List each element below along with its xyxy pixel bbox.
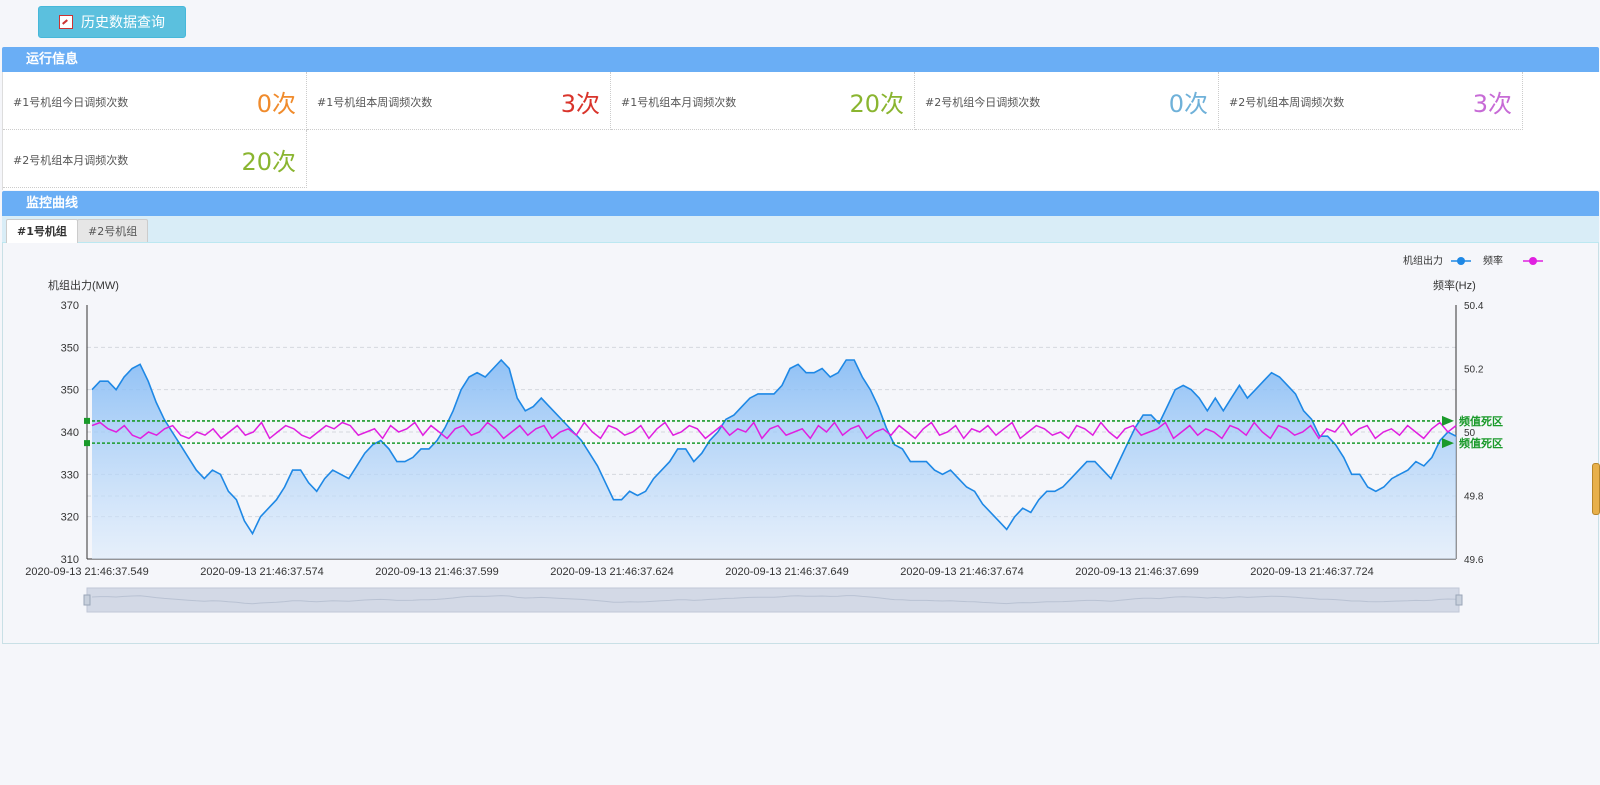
- tab-unit-2[interactable]: #2号机组: [77, 219, 149, 242]
- stat-value: 3次: [1472, 90, 1512, 118]
- zoom-slider: [86, 587, 1460, 613]
- deadband-label: 频值死区: [1459, 414, 1503, 428]
- x-tick-label: 2020-09-13 21:46:37.699: [1075, 566, 1199, 578]
- chart-panel: 370 350 350 340 330 320 310 50.4 50.2 50 49.8 49.6 机…: [2, 243, 1599, 644]
- y-tick-label-left: 320: [61, 512, 79, 524]
- history-query-label: 历史数据查询: [81, 15, 165, 31]
- tab-unit-1[interactable]: #1号机组: [6, 219, 78, 243]
- run-info-title: 运行信息: [26, 52, 79, 67]
- stat-label: #2号机组今日调频次数: [925, 96, 1041, 109]
- monitor-title: 监控曲线: [26, 196, 79, 211]
- deadband-arrow: [1442, 415, 1454, 426]
- stat-cell: #1号机组本周调频次数 3次: [307, 72, 611, 130]
- x-tick-label: 2020-09-13 21:46:37.549: [25, 566, 149, 578]
- stat-label: #2号机组本月调频次数: [13, 154, 129, 167]
- y-tick-label-left: 330: [61, 469, 79, 481]
- legend-marker: [1457, 257, 1465, 265]
- deadband-start-marker: [84, 417, 90, 424]
- y-tick-label-right: 50.2: [1464, 365, 1484, 376]
- stat-cell: #2号机组今日调频次数 0次: [915, 72, 1219, 130]
- chart-icon: [59, 15, 73, 29]
- page-scrollbar-thumb[interactable]: [1592, 463, 1600, 515]
- y-tick-label-left: 350: [61, 342, 79, 354]
- legend-label: 机组出力: [1403, 254, 1443, 267]
- y-tick-label-right: 49.8: [1464, 492, 1484, 503]
- stat-value: 3次: [560, 90, 600, 118]
- deadband-start-marker: [84, 440, 90, 447]
- y-tick-label-left: 310: [61, 554, 79, 566]
- stat-cell: #2号机组本月调频次数 20次: [3, 130, 307, 188]
- y-axis-title-left: 机组出力(MW): [48, 278, 119, 292]
- run-info-header: 运行信息: [2, 47, 1599, 72]
- x-tick-label: 2020-09-13 21:46:37.674: [900, 566, 1024, 578]
- x-tick-label: 2020-09-13 21:46:37.624: [550, 566, 674, 578]
- zoom-handle[interactable]: [83, 594, 91, 606]
- deadband-label: 频值死区: [1459, 436, 1503, 450]
- history-query-button[interactable]: 历史数据查询: [38, 6, 186, 38]
- stat-label: #1号机组本周调频次数: [317, 96, 433, 109]
- stat-label: #2号机组本周调频次数: [1229, 96, 1345, 109]
- stat-value: 20次: [849, 90, 904, 118]
- stat-cell: #1号机组本月调频次数 20次: [611, 72, 915, 130]
- y-axis-title-right: 频率(Hz): [1433, 278, 1476, 292]
- stat-value: 0次: [1168, 90, 1208, 118]
- unit-tabs: #1号机组 #2号机组: [2, 216, 1599, 243]
- stat-label: #1号机组本月调频次数: [621, 96, 737, 109]
- stat-cell: #2号机组本周调频次数 3次: [1219, 72, 1523, 130]
- y-tick-label-left: 350: [61, 385, 79, 397]
- stat-label: #1号机组今日调频次数: [13, 96, 129, 109]
- x-tick-label: 2020-09-13 21:46:37.649: [725, 566, 849, 578]
- y-tick-label-left: 370: [61, 300, 79, 312]
- x-tick-label: 2020-09-13 21:46:37.724: [1250, 566, 1374, 578]
- stat-value: 20次: [241, 148, 296, 176]
- stat-cell: #1号机组今日调频次数 0次: [3, 72, 307, 130]
- legend-label: 频率: [1483, 254, 1503, 267]
- y-tick-label-right: 49.6: [1464, 555, 1484, 566]
- y-tick-label-right: 50.4: [1464, 301, 1484, 312]
- monitor-chart: 37035035034033032031050.450.25049.849.6机…: [25, 254, 1543, 613]
- monitor-header: 监控曲线: [2, 191, 1599, 216]
- zoom-handle[interactable]: [1455, 594, 1463, 606]
- y-tick-label-left: 340: [61, 427, 79, 439]
- x-tick-label: 2020-09-13 21:46:37.574: [200, 566, 324, 578]
- x-tick-label: 2020-09-13 21:46:37.599: [375, 566, 499, 578]
- stat-value: 0次: [256, 90, 296, 118]
- run-info-panel: #1号机组今日调频次数 0次 #1号机组本周调频次数 3次 #1号机组本月调频次…: [2, 72, 1600, 190]
- legend-marker: [1529, 257, 1537, 265]
